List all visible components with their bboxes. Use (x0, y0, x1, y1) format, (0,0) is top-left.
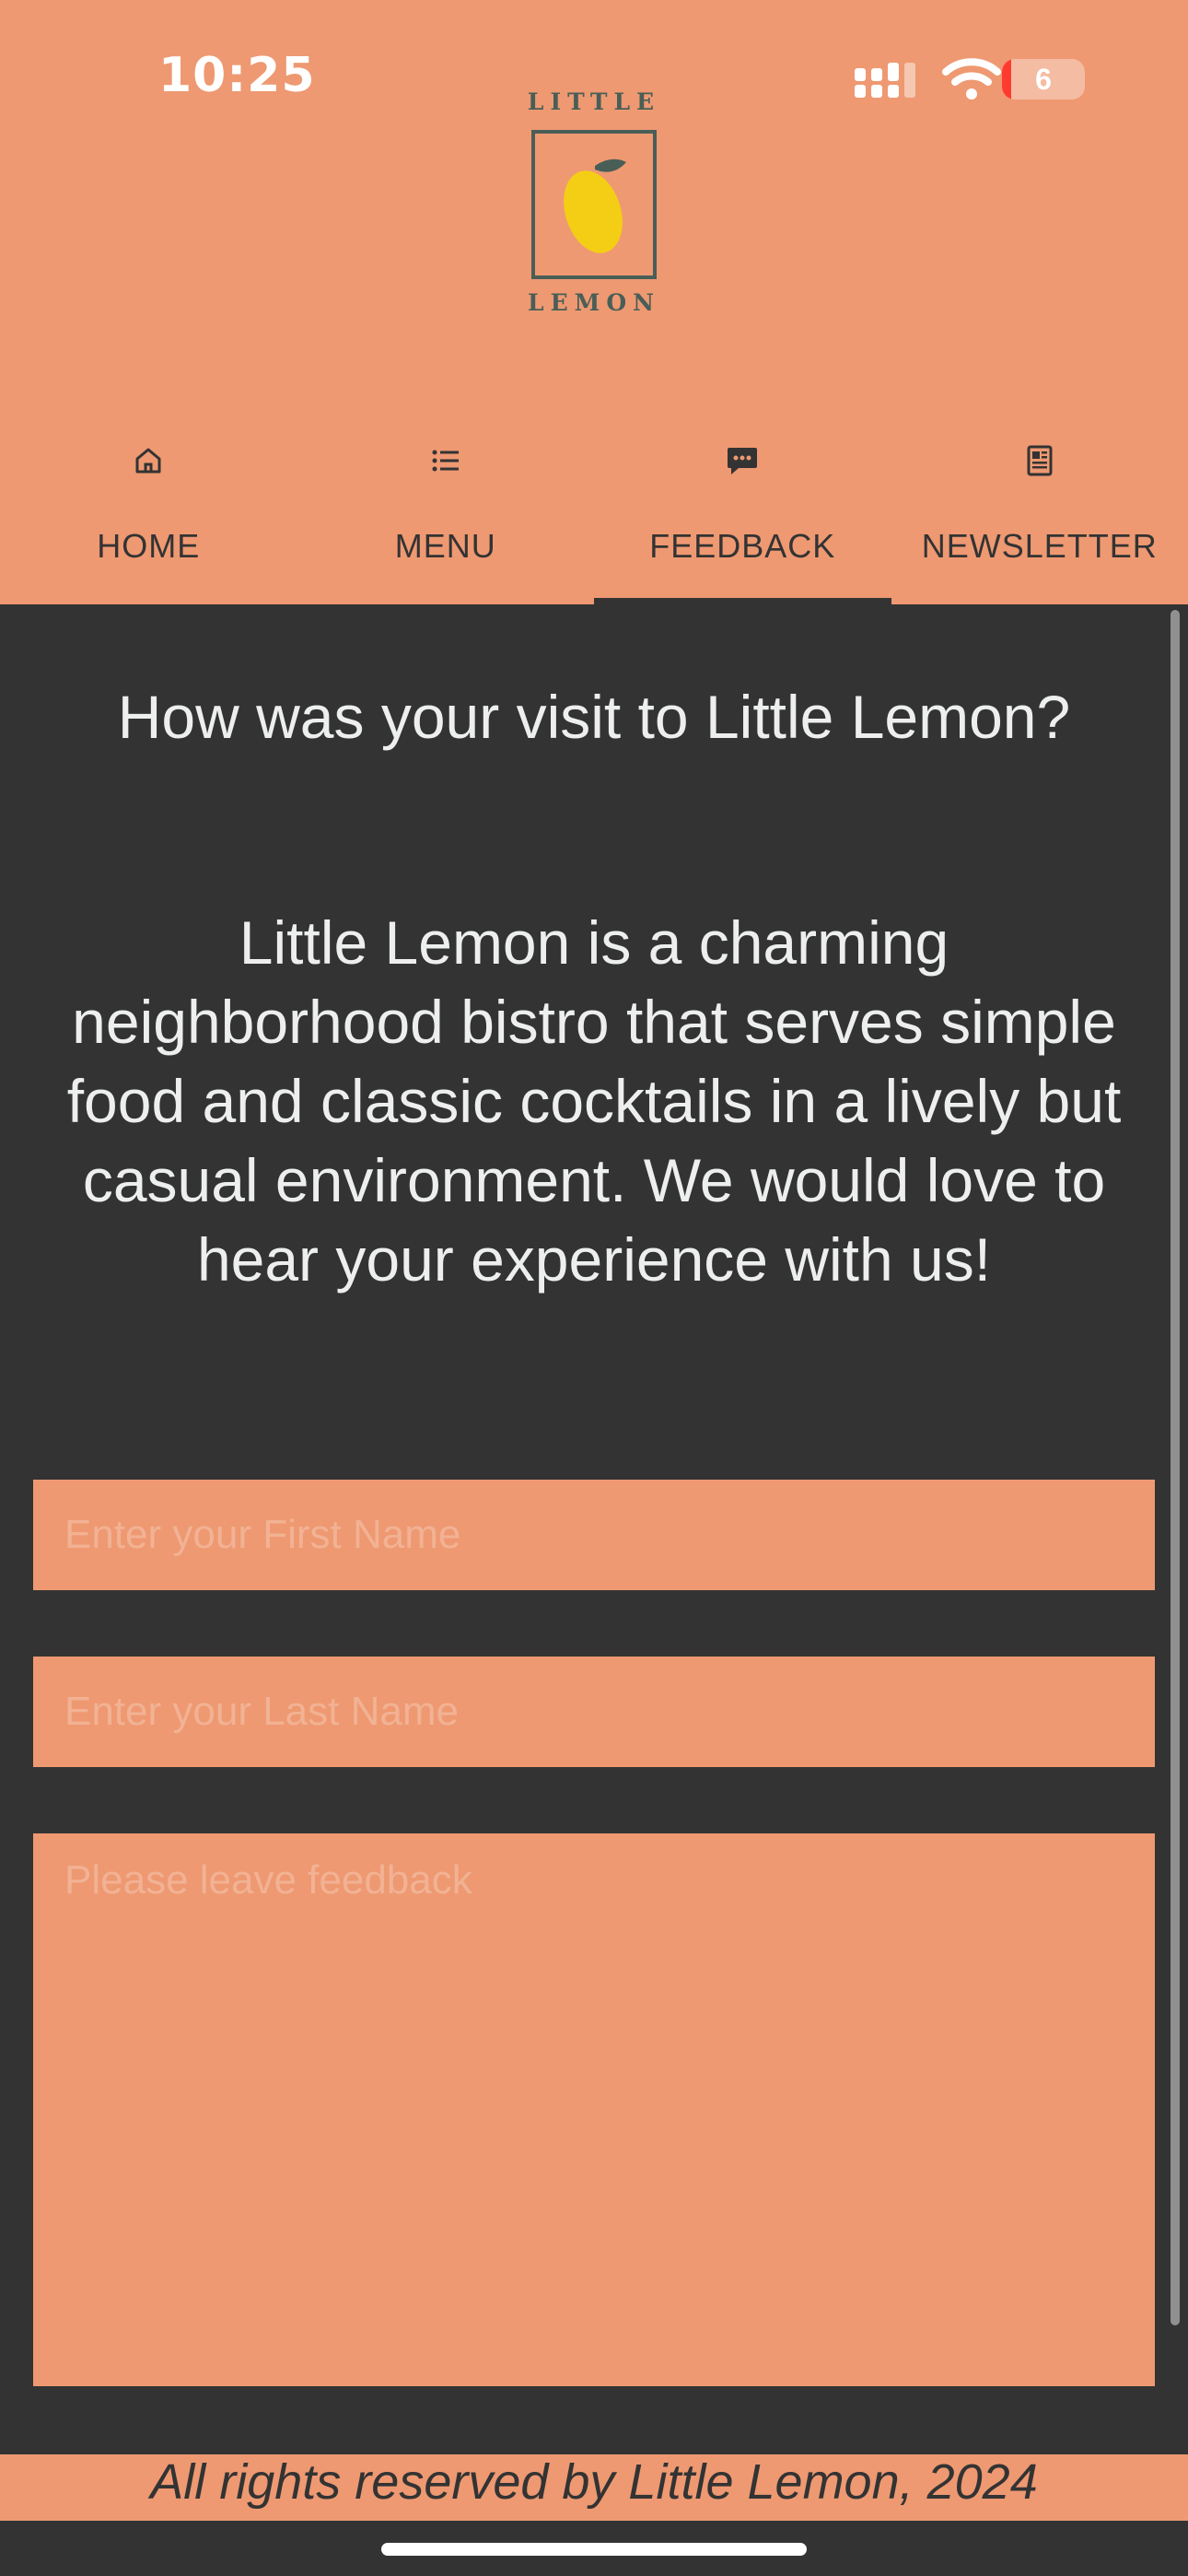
vertical-scrollbar[interactable] (1171, 610, 1180, 2325)
tab-home[interactable]: HOME (0, 424, 297, 604)
little-lemon-logo: LITTLE LEMON (516, 85, 672, 324)
tab-label-home: HOME (97, 527, 201, 565)
footer-text: All rights reserved by Little Lemon, 202… (150, 2454, 1038, 2510)
list-icon (432, 450, 459, 472)
app-header: 10:25 6 LITTLE LEMON HOME MENU FEEDBACK … (0, 0, 1188, 604)
home-icon (135, 448, 161, 474)
active-tab-indicator (594, 598, 891, 604)
feedback-question: How was your visit to Little Lemon? (117, 683, 1071, 751)
tab-bar: HOME MENU FEEDBACK NEWSLETTER (0, 424, 1188, 604)
status-time: 10:25 (158, 48, 316, 103)
lemon-icon (531, 130, 657, 279)
cellular-signal-icon (855, 63, 915, 98)
logo-word-bottom: LEMON (528, 289, 660, 316)
wifi-icon (942, 58, 1001, 100)
tab-label-menu: MENU (394, 527, 496, 565)
tab-menu[interactable]: MENU (297, 424, 595, 604)
tab-label-feedback: FEEDBACK (649, 527, 836, 565)
home-indicator[interactable] (381, 2543, 807, 2556)
chat-icon (728, 448, 758, 474)
battery-icon: 6 (1002, 59, 1085, 100)
tab-feedback[interactable]: FEEDBACK (594, 424, 891, 604)
tab-label-newsletter: NEWSLETTER (921, 527, 1158, 565)
newspaper-icon (1027, 445, 1053, 476)
intro-paragraph: Little Lemon is a charming neighborhood … (66, 908, 1122, 1294)
battery-level: 6 (1035, 63, 1052, 96)
footer: All rights reserved by Little Lemon, 202… (0, 2454, 1188, 2521)
last-name-input[interactable] (33, 1657, 1155, 1767)
logo-word-top: LITTLE (527, 88, 661, 115)
tab-newsletter[interactable]: NEWSLETTER (891, 424, 1188, 604)
feedback-textarea[interactable] (33, 1833, 1155, 2386)
first-name-input[interactable] (33, 1480, 1155, 1590)
